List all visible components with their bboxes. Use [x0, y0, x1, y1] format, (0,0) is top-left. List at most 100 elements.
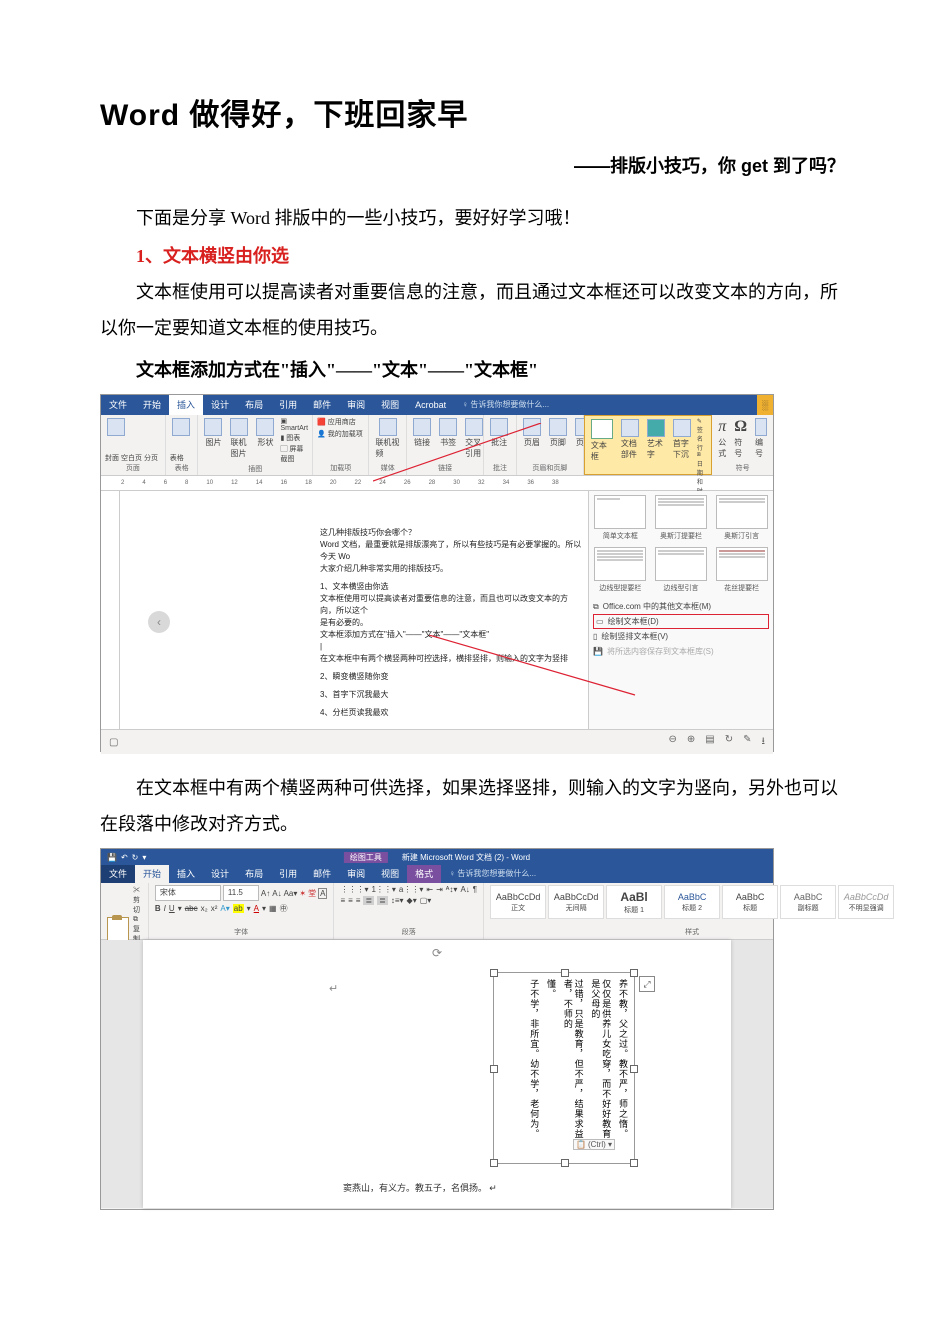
font-color-icon[interactable]: A: [254, 904, 259, 913]
style-heading2[interactable]: AaBbC标题 2: [664, 885, 720, 919]
tab-layout[interactable]: 布局: [237, 395, 271, 415]
tab-view[interactable]: 视图: [373, 865, 407, 883]
nav-circle-icon[interactable]: ‹: [148, 611, 170, 633]
tab-references[interactable]: 引用: [271, 395, 305, 415]
download-icon[interactable]: ⭳: [762, 734, 766, 751]
resize-handle-icon[interactable]: [490, 969, 498, 977]
tab-review[interactable]: 审阅: [339, 865, 373, 883]
show-marks-icon[interactable]: ¶: [473, 885, 477, 894]
shrink-font-icon[interactable]: A↓: [272, 889, 281, 898]
tab-design[interactable]: 设计: [203, 395, 237, 415]
quickparts-button[interactable]: 文档部件: [619, 418, 641, 461]
table-button[interactable]: [170, 417, 192, 437]
tab-format[interactable]: 格式: [407, 865, 441, 883]
tab-view[interactable]: 视图: [373, 395, 407, 415]
tab-file[interactable]: 文件: [101, 395, 135, 415]
highlight-icon[interactable]: ab: [233, 904, 244, 913]
distribute-icon[interactable]: ≣: [377, 896, 388, 905]
account-icon[interactable]: ░: [757, 395, 773, 415]
page-indicator-icon[interactable]: ▢: [109, 737, 118, 748]
bold-icon[interactable]: B: [155, 904, 161, 913]
save-icon[interactable]: 💾: [107, 853, 117, 862]
web-layout-icon[interactable]: ✎: [743, 734, 751, 751]
store-button[interactable]: 🟥 应用商店: [317, 417, 364, 427]
comment-button[interactable]: 批注: [488, 417, 510, 449]
document-page[interactable]: ‹ 这几种排版技巧你会哪个？ Word 文档，最重要就是排版漂亮了，所以有些技巧…: [120, 491, 588, 729]
gallery-item[interactable]: 简单文本框: [593, 495, 648, 541]
online-video-button[interactable]: 联机视频: [373, 417, 402, 460]
rotate-handle-icon[interactable]: ⟳: [432, 946, 442, 960]
strike-icon[interactable]: abc: [185, 904, 198, 913]
shapes-button[interactable]: 形状: [254, 417, 276, 449]
my-addins-button[interactable]: 👤 我的加载项: [317, 429, 364, 439]
tell-me[interactable]: ♀ 告诉我您想要做什么...: [441, 865, 544, 883]
wordart-button[interactable]: 艺术字: [645, 418, 667, 461]
zoom-in-icon[interactable]: ⊕: [687, 734, 695, 751]
gallery-item[interactable]: 边线型引言: [654, 547, 709, 593]
char-shading-icon[interactable]: ▦: [269, 904, 277, 913]
shading-icon[interactable]: ◆▾: [407, 896, 417, 905]
chart-button[interactable]: ▮ 图表: [280, 433, 308, 443]
vertical-ruler[interactable]: [101, 491, 120, 729]
resize-handle-icon[interactable]: [490, 1065, 498, 1073]
draw-vertical-textbox[interactable]: ▯ 绘制竖排文本框(V): [593, 629, 769, 644]
print-layout-icon[interactable]: ↻: [725, 734, 733, 751]
textbox-button[interactable]: 文本框: [589, 418, 615, 463]
resize-handle-icon[interactable]: [490, 1159, 498, 1167]
borders-icon[interactable]: ▢▾: [420, 896, 432, 905]
online-picture-button[interactable]: 联机图片: [228, 417, 250, 460]
phonetic-guide-icon[interactable]: ✶: [299, 889, 306, 898]
tab-mailings[interactable]: 邮件: [305, 395, 339, 415]
increase-indent-icon[interactable]: ⇥: [436, 885, 443, 894]
vertical-textbox[interactable]: 养不教，父之过。教不严，师之惰。 仅仅是供养儿女吃穿，而不好好教育，是父母的 过…: [493, 972, 635, 1164]
style-no-spacing[interactable]: AaBbCcDd无间隔: [548, 885, 604, 919]
gallery-item[interactable]: 奥斯汀提要栏: [654, 495, 709, 541]
header-button[interactable]: 页眉: [521, 417, 543, 449]
layout-options-icon[interactable]: ⤢: [639, 976, 655, 992]
align-right-icon[interactable]: ≡: [356, 896, 361, 905]
font-name-combo[interactable]: 宋体: [155, 885, 221, 901]
resize-handle-icon[interactable]: [561, 1159, 569, 1167]
tab-design[interactable]: 设计: [203, 865, 237, 883]
align-left-icon[interactable]: ≡: [340, 896, 345, 905]
resize-handle-icon[interactable]: [561, 969, 569, 977]
enclose-icon[interactable]: ㊥: [280, 903, 288, 914]
decrease-indent-icon[interactable]: ⇤: [426, 885, 433, 894]
zoom-out-icon[interactable]: ⊖: [668, 734, 676, 751]
gallery-item[interactable]: 奥斯汀引言: [714, 495, 769, 541]
tab-layout[interactable]: 布局: [237, 865, 271, 883]
number-button[interactable]: 编号: [753, 417, 769, 460]
style-subtle-emph[interactable]: AaBbCcDd不明显强调: [838, 885, 894, 919]
justify-icon[interactable]: ≣: [363, 896, 374, 905]
tell-me[interactable]: ♀ 告诉我你想要做什么...: [454, 395, 557, 415]
gallery-item[interactable]: 边线型提要栏: [593, 547, 648, 593]
tab-acrobat[interactable]: Acrobat: [407, 395, 454, 415]
style-heading1[interactable]: AaBl标题 1: [606, 885, 662, 919]
numbering-icon[interactable]: 1⋮⋮▾: [371, 885, 395, 894]
bookmark-button[interactable]: 书签: [437, 417, 459, 449]
italic-icon[interactable]: I: [164, 904, 166, 913]
smartart-button[interactable]: ▣ SmartArt: [280, 417, 308, 432]
gallery-item[interactable]: 花丝提要栏: [714, 547, 769, 593]
font-size-combo[interactable]: 11.5: [223, 885, 259, 901]
multilevel-icon[interactable]: a⋮⋮▾: [399, 885, 423, 894]
more-from-office[interactable]: ⧉ Office.com 中的其他文本框(M): [593, 599, 769, 614]
resize-handle-icon[interactable]: [630, 1065, 638, 1073]
cut-button[interactable]: ✂ 剪切: [133, 885, 142, 915]
tab-home[interactable]: 开始: [135, 395, 169, 415]
resize-handle-icon[interactable]: [630, 1159, 638, 1167]
equation-button[interactable]: π公式: [716, 417, 728, 460]
grow-font-icon[interactable]: A↑: [261, 889, 270, 898]
footer-button[interactable]: 页脚: [547, 417, 569, 449]
dropcap-button[interactable]: 首字下沉: [671, 418, 693, 461]
screenshot-button[interactable]: ▢ 屏幕截图: [280, 444, 308, 464]
picture-button[interactable]: 图片: [202, 417, 224, 449]
redo-icon[interactable]: ↻: [132, 853, 139, 862]
tab-insert[interactable]: 插入: [169, 865, 203, 883]
change-case-icon[interactable]: Aa▾: [284, 889, 298, 898]
sort-icon[interactable]: A↓: [460, 885, 469, 894]
tab-references[interactable]: 引用: [271, 865, 305, 883]
subscript-icon[interactable]: x₂: [201, 904, 208, 913]
paste-options-tag[interactable]: 📋 (Ctrl) ▾: [573, 1139, 615, 1150]
style-subtitle[interactable]: AaBbC副标题: [780, 885, 836, 919]
